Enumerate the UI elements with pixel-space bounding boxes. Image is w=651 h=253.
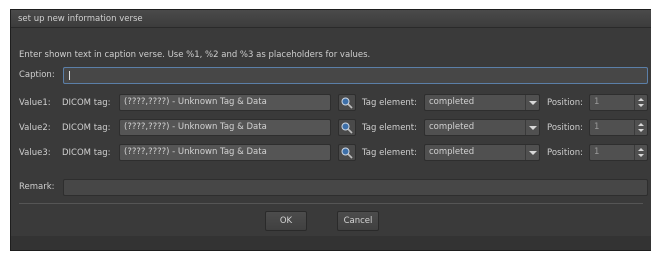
cancel-button[interactable]: Cancel [337, 211, 379, 231]
text-caret [69, 71, 70, 80]
divider [19, 203, 643, 204]
value2-dicom-field[interactable]: (????,????) - Unknown Tag & Data [119, 119, 331, 136]
value1-position-label: Position: [547, 98, 583, 108]
value3-label: Value3: [19, 148, 51, 158]
value2-label: Value2: [19, 123, 51, 133]
value1-tag-value: completed [429, 97, 475, 107]
value2-position-spinner[interactable]: 1 [589, 119, 648, 136]
value3-dicom-picker-button[interactable] [338, 144, 356, 161]
remark-label: Remark: [19, 182, 55, 192]
value1-dicom-field[interactable]: (????,????) - Unknown Tag & Data [119, 94, 331, 111]
ok-button[interactable]: OK [265, 211, 307, 231]
value2-position-value: 1 [594, 122, 600, 132]
value3-position-value: 1 [594, 147, 600, 157]
caption-input[interactable] [63, 67, 648, 84]
value1-position-spinner[interactable]: 1 [589, 94, 648, 111]
value2-tag-select[interactable]: completed [424, 119, 540, 136]
value3-position-label: Position: [547, 148, 583, 158]
bottom-strip [11, 236, 651, 250]
magnifier-icon [341, 97, 353, 109]
value2-dicom-label: DICOM tag: [62, 123, 111, 133]
value1-tag-label: Tag element: [362, 98, 418, 108]
spin-arrows-icon [634, 120, 647, 135]
remark-input[interactable] [63, 179, 648, 196]
value3-dicom-field[interactable]: (????,????) - Unknown Tag & Data [119, 144, 331, 161]
value1-dicom-label: DICOM tag: [62, 98, 111, 108]
instructions-text: Enter shown text in caption verse. Use %… [19, 50, 371, 60]
value1-label: Value1: [19, 98, 51, 108]
spin-arrows-icon [634, 145, 647, 160]
magnifier-icon [341, 122, 353, 134]
value2-dicom-picker-button[interactable] [338, 119, 356, 136]
caption-label: Caption: [19, 70, 55, 80]
value1-position-value: 1 [594, 97, 600, 107]
value2-position-label: Position: [547, 123, 583, 133]
chevron-down-icon [525, 145, 539, 160]
value3-tag-select[interactable]: completed [424, 144, 540, 161]
info-verse-dialog: set up new information verse Enter shown… [10, 9, 651, 251]
chevron-down-icon [525, 120, 539, 135]
value1-dicom-picker-button[interactable] [338, 94, 356, 111]
value3-tag-label: Tag element: [362, 148, 418, 158]
value3-tag-value: completed [429, 147, 475, 157]
spin-arrows-icon [634, 95, 647, 110]
value2-tag-value: completed [429, 122, 475, 132]
value3-dicom-label: DICOM tag: [62, 148, 111, 158]
chevron-down-icon [525, 95, 539, 110]
value1-tag-select[interactable]: completed [424, 94, 540, 111]
window-title: set up new information verse [11, 10, 651, 28]
value2-tag-label: Tag element: [362, 123, 418, 133]
value3-position-spinner[interactable]: 1 [589, 144, 648, 161]
magnifier-icon [341, 147, 353, 159]
